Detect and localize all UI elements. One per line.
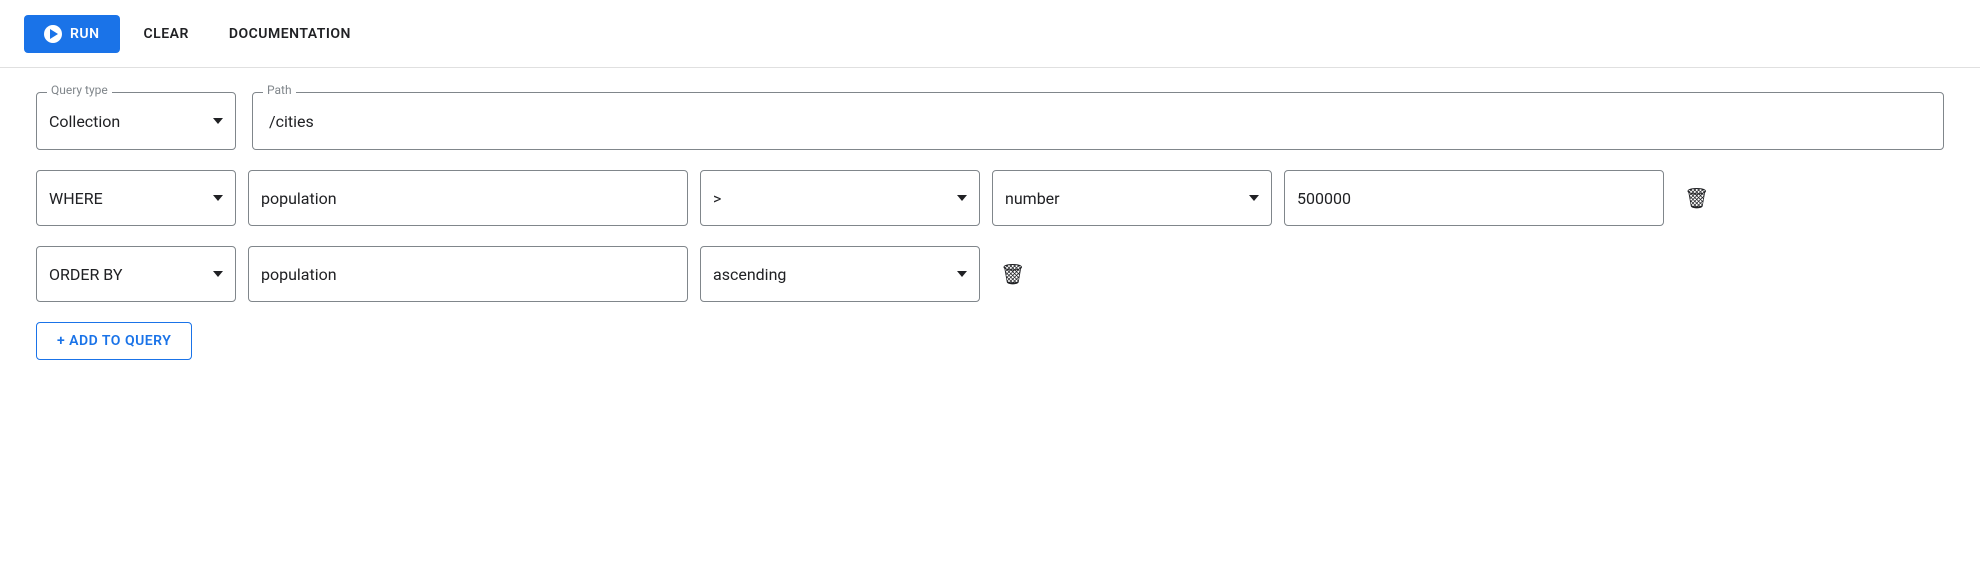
where-clause-chevron-icon (213, 195, 223, 201)
order-by-direction-dropdown[interactable]: ascending (700, 246, 980, 302)
where-clause-dropdown[interactable]: WHERE (36, 170, 236, 226)
order-by-field-input[interactable] (248, 246, 688, 302)
play-icon (44, 25, 62, 43)
where-type-dropdown[interactable]: number (992, 170, 1272, 226)
query-type-label: Query type (47, 83, 112, 97)
order-by-direction-chevron-icon (957, 271, 967, 277)
where-type-chevron-icon (1249, 195, 1259, 201)
order-by-direction-value: ascending (713, 265, 786, 284)
path-input[interactable] (269, 112, 1927, 131)
documentation-button[interactable]: DOCUMENTATION (213, 16, 367, 52)
path-label: Path (263, 83, 296, 97)
order-by-row: ORDER BY ascending 🗑 (36, 246, 1944, 302)
order-by-clause-value: ORDER BY (49, 265, 122, 284)
order-by-clause-dropdown[interactable]: ORDER BY (36, 246, 236, 302)
add-to-query-label: + ADD TO QUERY (57, 333, 171, 349)
query-type-value: Collection (49, 112, 120, 131)
add-to-query-button[interactable]: + ADD TO QUERY (36, 322, 192, 360)
clear-button[interactable]: CLEAR (128, 16, 205, 52)
order-by-trash-icon: 🗑 (1000, 262, 1025, 286)
add-to-query-container: + ADD TO QUERY (36, 322, 1944, 360)
query-type-dropdown[interactable]: Query type Collection (36, 92, 236, 150)
where-trash-icon: 🗑 (1684, 186, 1709, 210)
where-row: WHERE > number 🗑 (36, 170, 1944, 226)
query-type-chevron-icon (213, 118, 223, 124)
main-content: Query type Collection Path WHERE > numbe… (0, 68, 1980, 384)
order-by-delete-button[interactable]: 🗑 (992, 254, 1033, 294)
where-field-input[interactable] (248, 170, 688, 226)
run-label: RUN (70, 26, 100, 42)
where-type-value: number (1005, 189, 1060, 208)
where-value-input[interactable] (1284, 170, 1664, 226)
where-clause-value: WHERE (49, 189, 103, 208)
toolbar: RUN CLEAR DOCUMENTATION (0, 0, 1980, 68)
order-by-clause-chevron-icon (213, 271, 223, 277)
where-operator-value: > (713, 189, 721, 208)
path-container: Path (252, 92, 1944, 150)
where-operator-dropdown[interactable]: > (700, 170, 980, 226)
where-delete-button[interactable]: 🗑 (1676, 178, 1717, 218)
play-triangle (50, 29, 58, 39)
query-type-path-row: Query type Collection Path (36, 92, 1944, 150)
where-operator-chevron-icon (957, 195, 967, 201)
query-type-wrapper: Collection (49, 112, 223, 131)
run-button[interactable]: RUN (24, 15, 120, 53)
